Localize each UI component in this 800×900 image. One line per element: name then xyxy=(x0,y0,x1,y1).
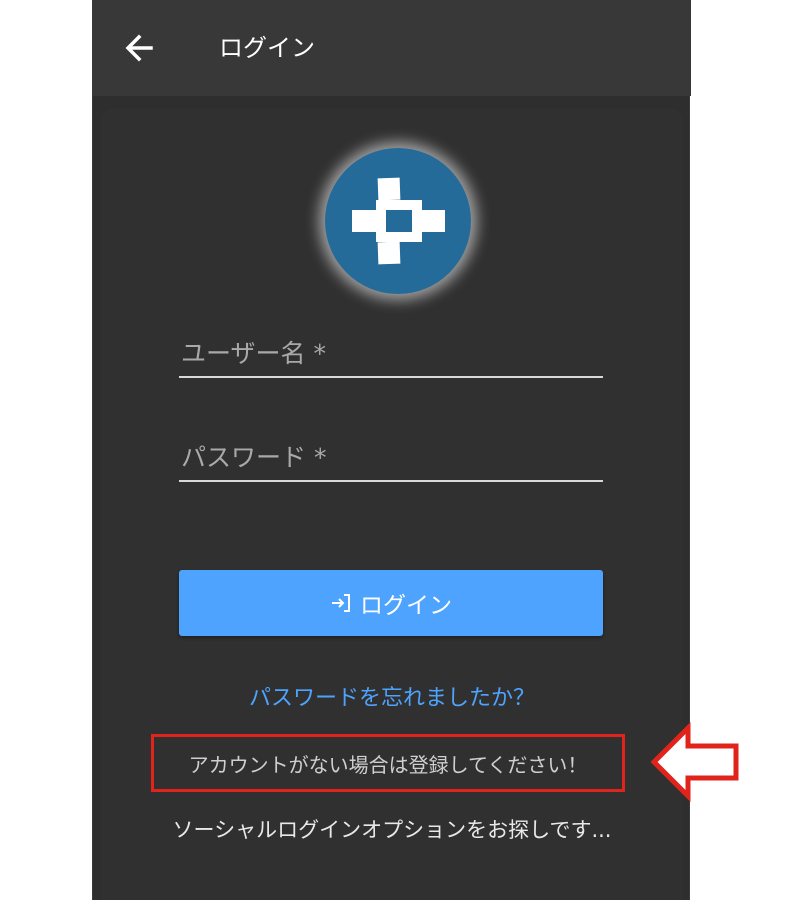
login-card: ログイン パスワードを忘れましたか？ アカウントがない場合は登録してください！ … xyxy=(101,108,683,900)
register-link[interactable]: アカウントがない場合は登録してください！ xyxy=(189,749,588,778)
back-button[interactable] xyxy=(119,28,159,68)
login-enter-icon xyxy=(332,594,350,612)
login-button[interactable]: ログイン xyxy=(179,570,603,636)
app-bar: ログイン xyxy=(93,0,691,96)
social-login-link[interactable]: ソーシャルログインオプションをお探しです... xyxy=(101,814,683,844)
arrow-left-icon xyxy=(125,34,153,62)
forgot-password-link[interactable]: パスワードを忘れましたか？ xyxy=(101,680,683,712)
phone-screen: ログイン ユーザー名 * ログイン パスワードを忘れましたか？ アカウントがない… xyxy=(92,0,691,900)
page-title: ログイン xyxy=(219,34,315,62)
password-field[interactable] xyxy=(179,434,603,482)
app-logo xyxy=(325,148,471,294)
red-outline-left-arrow-icon xyxy=(650,722,739,802)
username-field[interactable] xyxy=(179,330,603,378)
login-button-label: ログイン xyxy=(360,593,452,619)
register-link-highlight[interactable]: アカウントがない場合は登録してください！ xyxy=(151,734,625,792)
username-input[interactable] xyxy=(179,330,603,376)
dpad-cross-icon xyxy=(352,177,445,265)
password-input[interactable] xyxy=(179,434,603,480)
